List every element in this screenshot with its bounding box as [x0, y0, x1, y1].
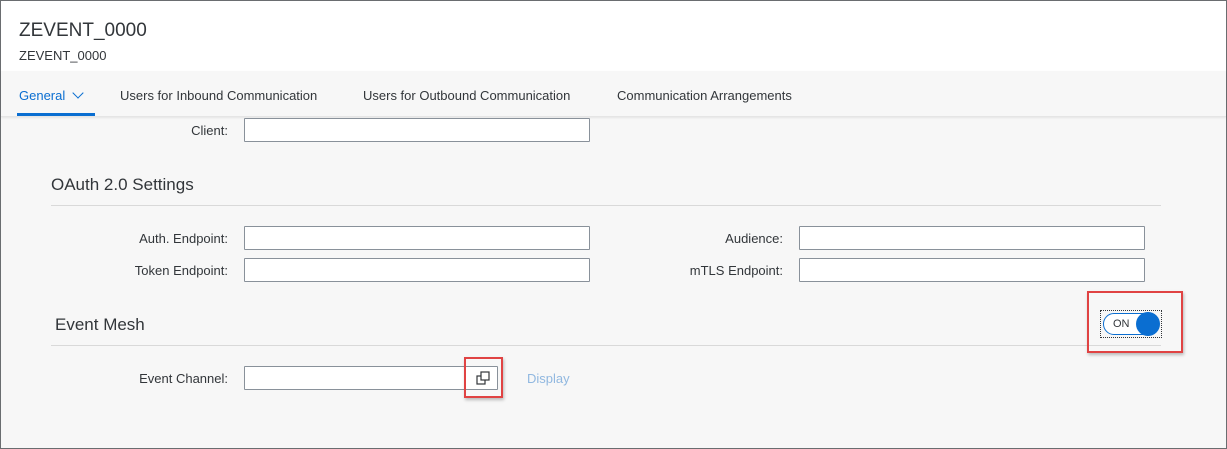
audience-input[interactable]	[799, 226, 1145, 250]
event-mesh-section-divider	[51, 345, 1161, 346]
value-help-highlight-box	[464, 357, 503, 398]
token-endpoint-label: Token Endpoint:	[134, 263, 228, 278]
oauth-section-title: OAuth 2.0 Settings	[51, 175, 194, 194]
page-title: ZEVENT_0000	[19, 20, 147, 41]
mtls-endpoint-input[interactable]	[799, 258, 1145, 282]
page-subtitle: ZEVENT_0000	[19, 48, 107, 63]
oauth-section-divider	[51, 205, 1161, 206]
auth-endpoint-input[interactable]	[244, 226, 590, 250]
tab-bar: General Users for Inbound Communication …	[1, 71, 1226, 117]
event-channel-input[interactable]	[244, 366, 498, 390]
toggle-knob	[1136, 312, 1160, 336]
toggle-state-label: ON	[1113, 318, 1130, 330]
active-tab-indicator	[17, 113, 95, 116]
tab-communication-arrangements[interactable]: Communication Arrangements	[617, 88, 792, 103]
mtls-endpoint-label: mTLS Endpoint:	[689, 263, 783, 278]
tab-general-label: General	[19, 88, 66, 103]
client-input[interactable]	[244, 118, 590, 142]
event-mesh-section-title: Event Mesh	[55, 315, 145, 334]
display-link[interactable]: Display	[527, 371, 570, 386]
toggle-focus-outline: ON	[1100, 310, 1162, 338]
audience-label: Audience:	[725, 231, 783, 246]
event-channel-label: Event Channel:	[139, 371, 228, 386]
client-label: Client:	[191, 123, 228, 138]
token-endpoint-input[interactable]	[244, 258, 590, 282]
tab-users-outbound[interactable]: Users for Outbound Communication	[363, 88, 570, 103]
chevron-down-icon	[72, 87, 84, 99]
tab-general[interactable]: General	[19, 87, 84, 103]
event-mesh-toggle-switch[interactable]: ON	[1103, 312, 1160, 336]
tab-users-inbound[interactable]: Users for Inbound Communication	[120, 88, 317, 103]
auth-endpoint-label: Auth. Endpoint:	[139, 231, 228, 246]
object-header: ZEVENT_0000 ZEVENT_0000	[1, 1, 1226, 71]
